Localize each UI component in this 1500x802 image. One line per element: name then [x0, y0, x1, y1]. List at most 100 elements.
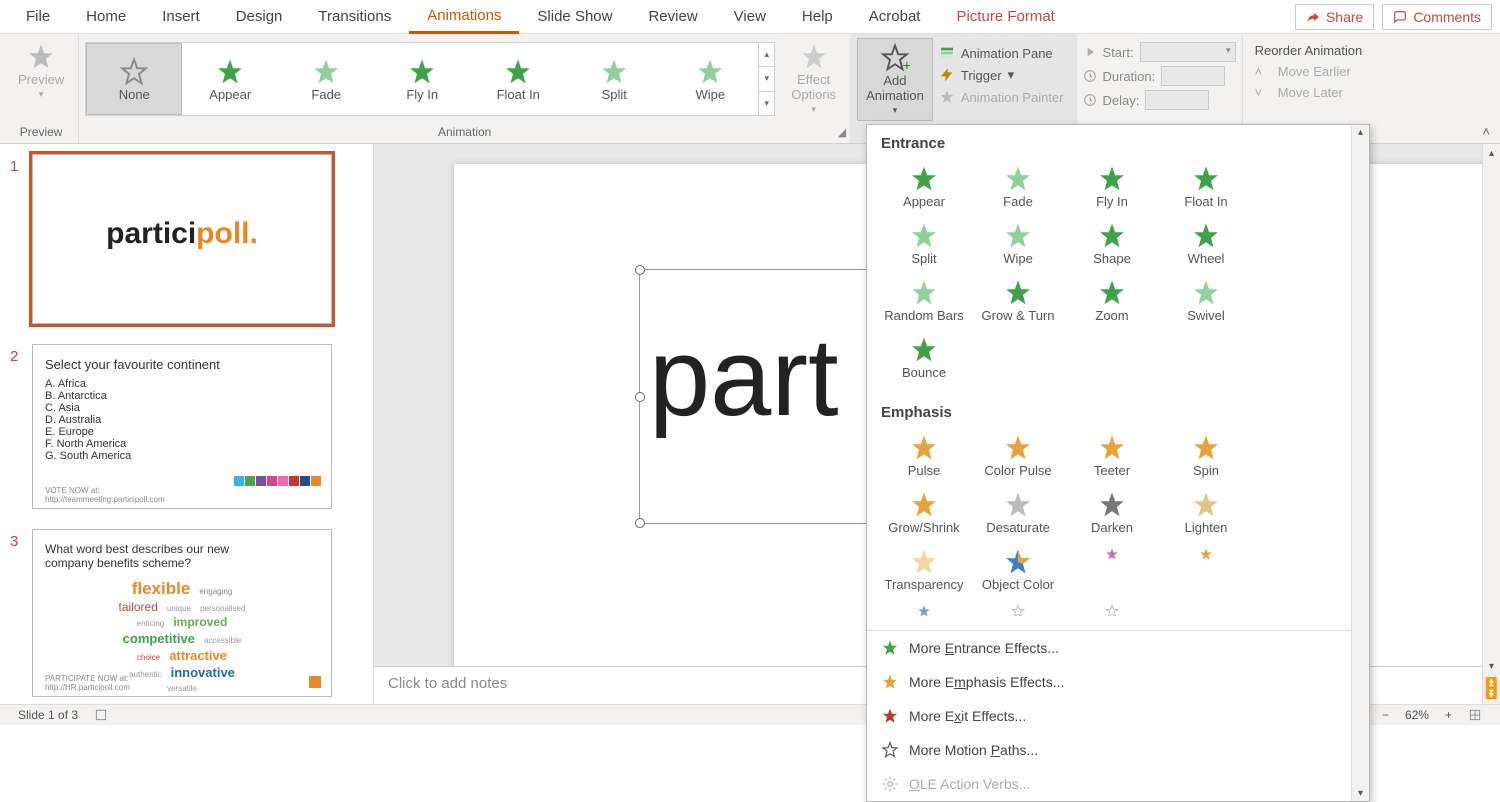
dd-emphasis-transparency[interactable]: Transparency — [877, 541, 971, 598]
dd-emphasis-pulse[interactable]: Pulse — [877, 427, 971, 484]
thumbnail-slide-3[interactable]: What word best describes our new company… — [32, 529, 332, 697]
scroll-down-icon[interactable]: ▾ — [1489, 661, 1494, 672]
dialog-launcher-animation[interactable]: ◢ — [838, 126, 846, 139]
dd-emphasis-more5[interactable] — [1065, 598, 1159, 622]
animation-pane-button[interactable]: Animation Pane — [933, 42, 1070, 64]
dd-more-exit[interactable]: More Exit Effects... — [867, 699, 1351, 733]
dd-entrance-bounce[interactable]: Bounce — [877, 329, 971, 386]
gallery-more[interactable]: ▾ — [759, 92, 774, 115]
zoom-out-button[interactable]: − — [1374, 708, 1397, 722]
dd-emphasis-teeter[interactable]: Teeter — [1065, 427, 1159, 484]
zoom-level[interactable]: 62% — [1397, 708, 1437, 722]
status-slide-counter[interactable]: Slide 1 of 3 — [10, 708, 86, 722]
dd-entrance-floatin[interactable]: Float In — [1159, 158, 1253, 215]
tab-file[interactable]: File — [8, 1, 68, 32]
collapse-ribbon-button[interactable]: ˄ — [1476, 120, 1496, 143]
tab-design[interactable]: Design — [218, 1, 301, 32]
scroll-up-icon[interactable]: ▴ — [1489, 148, 1494, 159]
dd-emphasis-colorpulse[interactable]: Color Pulse — [971, 427, 1065, 484]
gallery-item-fade[interactable]: Fade — [278, 43, 374, 115]
gallery-up[interactable]: ▴ — [759, 43, 774, 67]
group-label-preview: Preview — [20, 125, 63, 143]
resize-handle-w[interactable] — [635, 392, 645, 402]
dd-entrance-fade[interactable]: Fade — [971, 158, 1065, 215]
trigger-button[interactable]: Trigger ▾ — [933, 64, 1070, 86]
dd-emphasis-more2[interactable] — [1159, 541, 1253, 565]
fit-to-window-button[interactable] — [1460, 708, 1490, 722]
start-field[interactable]: ▾ — [1140, 42, 1236, 62]
gallery-item-flyin[interactable]: Fly In — [374, 43, 470, 115]
gallery-item-none[interactable]: None — [86, 43, 182, 115]
tab-transitions[interactable]: Transitions — [300, 1, 409, 32]
gallery-item-split[interactable]: Split — [566, 43, 662, 115]
tab-view[interactable]: View — [716, 1, 784, 32]
editor-scrollbar[interactable]: ▴ ▾ ⏫ ⏬ — [1482, 144, 1500, 704]
dd-emphasis-more3[interactable] — [877, 598, 971, 622]
dd-entrance-split[interactable]: Split — [877, 215, 971, 272]
dd-emphasis-darken[interactable]: Darken — [1065, 484, 1159, 541]
scroll-down-icon[interactable]: ▾ — [1358, 788, 1363, 799]
move-later-button[interactable]: ˅ Move Later — [1249, 82, 1369, 103]
star-icon — [1193, 547, 1219, 559]
status-accessibility-icon[interactable] — [86, 708, 116, 722]
tab-insert[interactable]: Insert — [144, 1, 218, 32]
thumbnail-slide-1[interactable]: participoll. — [32, 154, 332, 324]
next-slide-icon[interactable]: ⏬ — [1485, 689, 1497, 700]
share-button[interactable]: Share — [1295, 4, 1374, 30]
gallery-item-floatin[interactable]: Float In — [470, 43, 566, 115]
gallery-item-appear[interactable]: Appear — [182, 43, 278, 115]
dd-emphasis-more4[interactable] — [971, 598, 1065, 622]
resize-handle-nw[interactable] — [635, 265, 645, 275]
gallery-item-wipe[interactable]: Wipe — [662, 43, 758, 115]
share-icon — [1306, 10, 1320, 24]
dd-entrance-shape[interactable]: Shape — [1065, 215, 1159, 272]
animation-painter-button[interactable]: Animation Painter — [933, 86, 1070, 108]
tab-slideshow[interactable]: Slide Show — [519, 1, 630, 32]
tab-picture-format[interactable]: Picture Format — [938, 1, 1072, 32]
painter-icon — [939, 89, 955, 105]
move-earlier-button[interactable]: ˄ Move Earlier — [1249, 61, 1369, 82]
dd-entrance-wipe[interactable]: Wipe — [971, 215, 1065, 272]
prev-slide-icon[interactable]: ⏫ — [1485, 678, 1497, 689]
duration-icon — [1083, 69, 1097, 83]
dd-emphasis-lighten[interactable]: Lighten — [1159, 484, 1253, 541]
gallery-down[interactable]: ▾ — [759, 67, 774, 91]
zoom-in-button[interactable]: + — [1437, 708, 1460, 722]
colorpulse-star-icon — [1003, 433, 1033, 463]
add-animation-button[interactable]: + Add Animation ▾ — [857, 38, 933, 121]
slide3-title: What word best describes our new company… — [45, 542, 245, 570]
duration-field[interactable] — [1161, 66, 1225, 86]
dd-entrance-flyin[interactable]: Fly In — [1065, 158, 1159, 215]
tab-acrobat[interactable]: Acrobat — [851, 1, 939, 32]
slide1-logo: participoll. — [45, 217, 319, 251]
dd-entrance-appear[interactable]: Appear — [877, 158, 971, 215]
comments-button[interactable]: Comments — [1382, 4, 1492, 30]
dd-more-emphasis[interactable]: More Emphasis Effects... — [867, 665, 1351, 699]
tab-review[interactable]: Review — [630, 1, 715, 32]
scroll-up-icon[interactable]: ▴ — [1358, 127, 1363, 138]
tab-animations[interactable]: Animations — [409, 0, 519, 34]
dd-entrance-swivel[interactable]: Swivel — [1159, 272, 1253, 329]
preview-button[interactable]: Preview ▾ — [10, 38, 72, 104]
dd-more-entrance[interactable]: More Entrance Effects... — [867, 631, 1351, 665]
dd-emphasis-desaturate[interactable]: Desaturate — [971, 484, 1065, 541]
dd-emphasis-growshrink[interactable]: Grow/Shrink — [877, 484, 971, 541]
dd-emphasis-spin[interactable]: Spin — [1159, 427, 1253, 484]
slide-thumbnails[interactable]: 1 participoll. 2 Select your favourite c… — [0, 144, 374, 704]
dd-entrance-growturn[interactable]: Grow & Turn — [971, 272, 1065, 329]
dd-entrance-wheel[interactable]: Wheel — [1159, 215, 1253, 272]
slide3-footer: PARTICIPATE NOW at:http://HR.participoll… — [45, 674, 130, 692]
dd-more-motion[interactable]: More Motion Paths... — [867, 733, 1351, 767]
dd-entrance-randombars[interactable]: Random Bars — [877, 272, 971, 329]
effect-options-button[interactable]: Effect Options ▾ — [783, 38, 844, 119]
resize-handle-sw[interactable] — [635, 518, 645, 528]
tab-home[interactable]: Home — [68, 1, 144, 32]
delay-field[interactable] — [1145, 90, 1209, 110]
tab-help[interactable]: Help — [784, 1, 851, 32]
objectcolor-star-icon — [1003, 547, 1033, 577]
dd-emphasis-objectcolor[interactable]: Object Color — [971, 541, 1065, 598]
dd-emphasis-more1[interactable] — [1065, 541, 1159, 565]
dropdown-scrollbar[interactable]: ▴ ▾ — [1351, 125, 1369, 801]
dd-entrance-zoom[interactable]: Zoom — [1065, 272, 1159, 329]
thumbnail-slide-2[interactable]: Select your favourite continent A. Afric… — [32, 344, 332, 509]
